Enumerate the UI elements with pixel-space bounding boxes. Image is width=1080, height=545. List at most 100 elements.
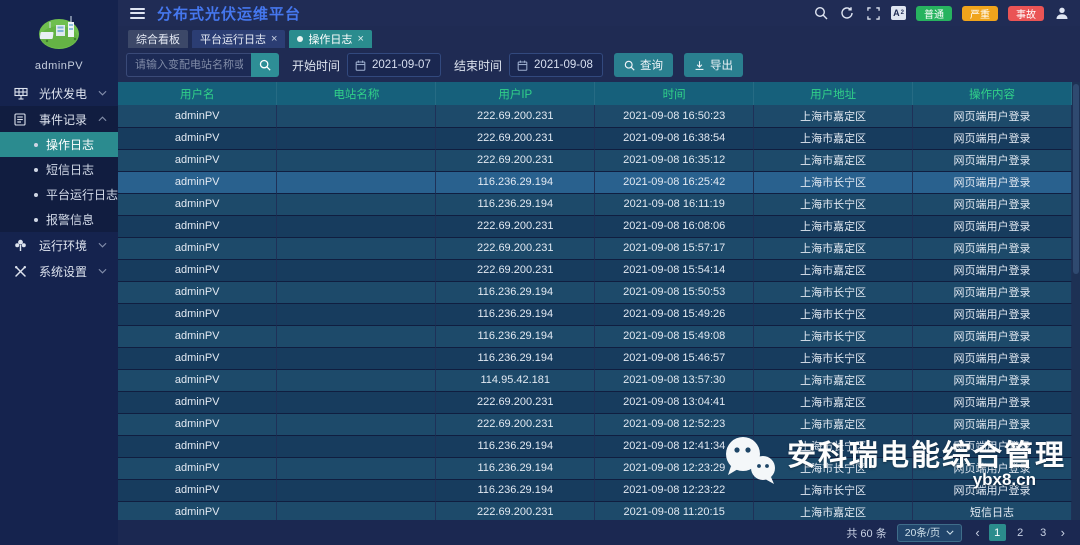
cell-time: 2021-09-08 13:57:30 [594, 369, 755, 392]
tab-平台运行日志[interactable]: 平台运行日志 × [192, 30, 286, 48]
vertical-scrollbar[interactable] [1072, 82, 1080, 520]
main-area: 分布式光伏运维平台 A2 普通 严重 事故 综合看板 平台运行日志 × 操作日志… [118, 0, 1080, 545]
table-row[interactable]: adminPV 222.69.200.231 2021-09-08 16:50:23… [118, 105, 1072, 128]
log-table-area: 用户名 电站名称 用户IP 时间 用户地址 操作内容 adminPV 222.69.200.… [118, 82, 1080, 520]
cell-address: 上海市嘉定区 [753, 413, 914, 436]
sidebar-subitem-操作日志[interactable]: 操作日志 [0, 132, 118, 157]
column-header-时间: 时间 [594, 82, 755, 105]
table-row[interactable]: adminPV 222.69.200.231 2021-09-08 16:08:06… [118, 215, 1072, 238]
cell-ip: 222.69.200.231 [435, 259, 596, 282]
cell-ip: 222.69.200.231 [435, 237, 596, 260]
cell-user: adminPV [118, 303, 278, 326]
tab-close-icon[interactable]: × [357, 33, 363, 45]
scrollbar-thumb[interactable] [1073, 84, 1079, 274]
sidebar-item-系统设置[interactable]: 系统设置 [0, 258, 118, 284]
page-button-1[interactable]: 1 [988, 524, 1006, 541]
tab-close-icon[interactable]: × [271, 33, 277, 45]
sidebar-item-事件记录[interactable]: 事件记录 [0, 106, 118, 132]
table-row[interactable]: adminPV 222.69.200.231 2021-09-08 13:04:41… [118, 391, 1072, 414]
tab-操作日志[interactable]: 操作日志 × [289, 30, 372, 48]
cell-station [276, 105, 437, 128]
cell-station [276, 303, 437, 326]
cell-time: 2021-09-08 12:23:29 [594, 457, 755, 480]
table-row[interactable]: adminPV 116.236.29.194 2021-09-08 15:46:57… [118, 347, 1072, 370]
pagination-bar: 共 60 条 20条/页 ‹ 123 › [118, 520, 1080, 545]
table-row[interactable]: adminPV 116.236.29.194 2021-09-08 16:11:19… [118, 193, 1072, 216]
cell-station [276, 457, 437, 480]
start-date-value: 2021-09-07 [372, 59, 431, 71]
cell-action: 网页端用户登录 [912, 215, 1072, 238]
tab-综合看板[interactable]: 综合看板 [128, 30, 188, 48]
table-row[interactable]: adminPV 116.236.29.194 2021-09-08 12:23:29… [118, 457, 1072, 480]
cell-time: 2021-09-08 16:35:12 [594, 149, 755, 172]
filter-bar: 开始时间 2021-09-07 结束时间 2021-09-08 查询 导出 [118, 48, 1080, 82]
sidebar-subitem-平台运行日志[interactable]: 平台运行日志 [0, 182, 118, 207]
alarm-badge-accident[interactable]: 事故 [1008, 5, 1044, 21]
cell-time: 2021-09-08 16:50:23 [594, 105, 755, 128]
cell-time: 2021-09-08 15:49:08 [594, 325, 755, 348]
sidebar-item-光伏发电[interactable]: 光伏发电 [0, 80, 118, 106]
cell-ip: 116.236.29.194 [435, 171, 596, 194]
table-row[interactable]: adminPV 116.236.29.194 2021-09-08 15:50:53… [118, 281, 1072, 304]
cell-address: 上海市嘉定区 [753, 369, 914, 392]
page-button-2[interactable]: 2 [1012, 524, 1029, 541]
cell-ip: 222.69.200.231 [435, 127, 596, 150]
column-header-电站名称: 电站名称 [276, 82, 437, 105]
sidebar-subitem-报警信息[interactable]: 报警信息 [0, 207, 118, 232]
cell-time: 2021-09-08 13:04:41 [594, 391, 755, 414]
table-row[interactable]: adminPV 116.236.29.194 2021-09-08 12:41:34… [118, 435, 1072, 458]
font-size-icon[interactable]: A2 [891, 6, 906, 20]
search-icon[interactable] [813, 5, 829, 21]
sidebar-item-label: 运行环境 [39, 238, 88, 253]
end-time-label: 结束时间 [454, 58, 503, 73]
cell-station [276, 325, 437, 348]
table-row[interactable]: adminPV 116.236.29.194 2021-09-08 15:49:26… [118, 303, 1072, 326]
table-row[interactable]: adminPV 222.69.200.231 2021-09-08 15:54:14… [118, 259, 1072, 282]
end-date-picker[interactable]: 2021-09-08 [509, 53, 604, 77]
calendar-icon [355, 60, 366, 71]
cell-address: 上海市嘉定区 [753, 215, 914, 238]
column-header-用户名: 用户名 [118, 82, 278, 105]
export-button[interactable]: 导出 [684, 53, 744, 77]
cell-action: 网页端用户登录 [912, 105, 1072, 128]
cell-address: 上海市长宁区 [753, 347, 914, 370]
query-button[interactable]: 查询 [614, 53, 674, 77]
alarm-badge-serious[interactable]: 严重 [962, 5, 998, 21]
table-row[interactable]: adminPV 222.69.200.231 2021-09-08 12:52:23… [118, 413, 1072, 436]
search-button[interactable] [251, 53, 279, 77]
table-row[interactable]: adminPV 222.69.200.231 2021-09-08 16:35:12… [118, 149, 1072, 172]
user-icon[interactable] [1054, 5, 1070, 21]
cell-time: 2021-09-08 15:50:53 [594, 281, 755, 304]
alarm-badge-normal[interactable]: 普通 [916, 5, 952, 21]
cell-user: adminPV [118, 479, 278, 502]
cell-user: adminPV [118, 237, 278, 260]
cell-ip: 222.69.200.231 [435, 413, 596, 436]
refresh-icon[interactable] [839, 5, 855, 21]
page-button-3[interactable]: 3 [1035, 524, 1052, 541]
cell-ip: 114.95.42.181 [435, 369, 596, 392]
cell-ip: 222.69.200.231 [435, 391, 596, 414]
prev-page-button[interactable]: ‹ [972, 525, 982, 540]
table-header-row: 用户名 电站名称 用户IP 时间 用户地址 操作内容 [118, 82, 1072, 105]
cell-user: adminPV [118, 281, 278, 304]
hamburger-menu-icon[interactable] [130, 7, 145, 19]
table-row[interactable]: adminPV 116.236.29.194 2021-09-08 12:23:22… [118, 479, 1072, 502]
operation-log-table: 用户名 电站名称 用户IP 时间 用户地址 操作内容 adminPV 222.69.200.… [118, 82, 1072, 520]
start-date-picker[interactable]: 2021-09-07 [347, 53, 442, 77]
cell-address: 上海市嘉定区 [753, 259, 914, 282]
next-page-button[interactable]: › [1058, 525, 1068, 540]
page-size-select[interactable]: 20条/页 [896, 523, 963, 542]
cell-action: 网页端用户登录 [912, 479, 1072, 502]
table-row[interactable]: adminPV 116.236.29.194 2021-09-08 15:49:08… [118, 325, 1072, 348]
sidebar-item-运行环境[interactable]: 运行环境 [0, 232, 118, 258]
topbar-actions: A2 普通 严重 事故 [813, 5, 1070, 21]
table-row[interactable]: adminPV 222.69.200.231 2021-09-08 15:57:17… [118, 237, 1072, 260]
table-row[interactable]: adminPV 116.236.29.194 2021-09-08 16:25:42… [118, 171, 1072, 194]
chevron-down-icon [98, 90, 108, 96]
fullscreen-icon[interactable] [865, 5, 881, 21]
station-search-input[interactable] [126, 53, 251, 77]
sidebar-subitem-短信日志[interactable]: 短信日志 [0, 157, 118, 182]
table-row[interactable]: adminPV 222.69.200.231 2021-09-08 16:38:54… [118, 127, 1072, 150]
table-row[interactable]: adminPV 222.69.200.231 2021-09-08 11:20:15… [118, 501, 1072, 520]
table-row[interactable]: adminPV 114.95.42.181 2021-09-08 13:57:30 上… [118, 369, 1072, 392]
